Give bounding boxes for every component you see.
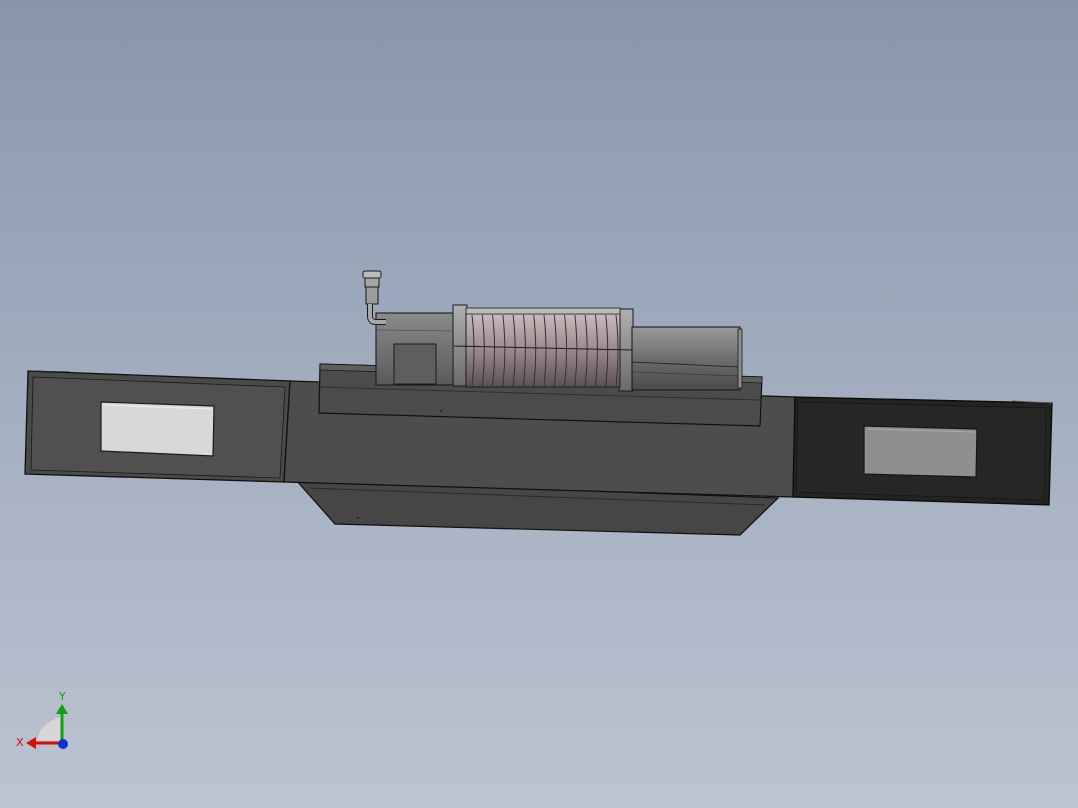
y-axis-label: Y (58, 690, 66, 703)
graphics-viewport[interactable]: Y X (0, 0, 1078, 808)
z-axis-icon (58, 739, 68, 749)
y-arrow-icon (56, 704, 68, 714)
light-cutout-left (100, 401, 215, 457)
winch-gearbox[interactable] (375, 312, 455, 386)
x-arrow-icon (26, 737, 36, 749)
x-axis-label: X (16, 736, 24, 749)
view-triad[interactable]: Y X (16, 690, 68, 749)
cad-model-view[interactable]: Y X (0, 0, 1078, 808)
winch-motor[interactable] (631, 326, 743, 391)
winch-drum-flange-left (452, 304, 468, 387)
light-cutout-right (863, 425, 978, 478)
